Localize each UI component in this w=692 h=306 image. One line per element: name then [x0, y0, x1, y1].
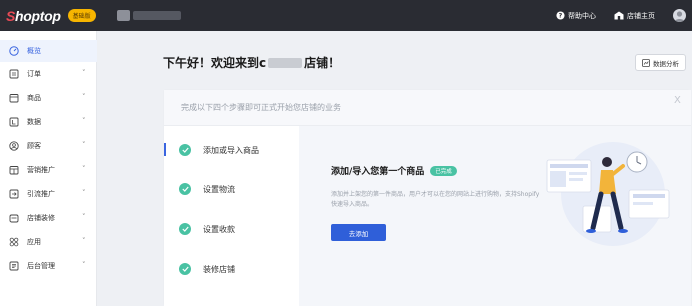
onboarding-title: 完成以下四个步骤即可正式开始您店铺的业务	[181, 103, 341, 112]
sidebar-item-apps[interactable]: 应用 ˅	[0, 231, 97, 253]
chevron-down-icon: ˅	[82, 69, 86, 77]
help-center-link[interactable]: ? 帮助中心	[556, 11, 596, 21]
dashboard-icon	[9, 46, 19, 56]
step-add-products[interactable]: 添加或导入商品	[164, 135, 299, 165]
store-name-redacted	[268, 57, 303, 68]
shoptop-logo[interactable]: Shoptop	[6, 8, 61, 24]
onboarding-illustration	[546, 142, 670, 246]
check-icon	[179, 144, 191, 156]
orders-icon	[9, 69, 19, 79]
sidebar-item-label: 应用	[27, 238, 41, 246]
sidebar-item-label: 数据	[27, 118, 41, 126]
logo-text: hoptop	[15, 7, 61, 24]
store-name[interactable]	[132, 11, 181, 20]
step-shipping[interactable]: 设置物流	[164, 174, 299, 204]
sidebar-item-marketing[interactable]: 营销推广 ˅	[0, 159, 97, 181]
data-analysis-label: 数据分析	[653, 59, 679, 68]
store-home-label: 店铺主页	[627, 11, 655, 20]
step-label: 设置收款	[203, 224, 235, 234]
sidebar-item-store-design[interactable]: 店铺装修 ˅	[0, 207, 97, 229]
sidebar-item-label: 引流推广	[27, 190, 55, 198]
step-detail-description: 添加并上架您的第一件商品，用户才可以在您的网站上进行购物，支持Shopify快速…	[331, 191, 540, 208]
admin-icon	[9, 261, 19, 271]
step-detail-panel: 添加/导入您第一个商品 已完成 添加并上架您的第一件商品，用户才可以在您的网站上…	[299, 126, 691, 306]
logo-s: S	[6, 7, 16, 24]
store-design-icon	[9, 213, 19, 223]
help-icon: ?	[556, 11, 565, 20]
sidebar-item-label: 概览	[27, 47, 41, 55]
chevron-down-icon: ˅	[82, 165, 86, 173]
chevron-down-icon: ˅	[82, 93, 86, 101]
step-store-design[interactable]: 装修店铺	[164, 254, 299, 284]
page-title: 下午好！欢迎来到c 店铺！	[163, 54, 340, 71]
sidebar-item-label: 商品	[27, 94, 41, 102]
step-detail-title-text: 添加/导入您第一个商品	[331, 167, 425, 177]
add-product-button[interactable]: 去添加	[331, 224, 386, 241]
chevron-down-icon: ˅	[82, 141, 86, 149]
step-label: 添加或导入商品	[203, 145, 259, 155]
status-badge: 已完成	[430, 165, 457, 176]
user-icon	[674, 11, 685, 22]
analytics-icon	[642, 58, 650, 67]
sidebar-item-orders[interactable]: 订单 ˅	[0, 63, 97, 85]
store-switcher-icon[interactable]	[116, 10, 130, 21]
sidebar-item-data[interactable]: 数据 ˅	[0, 111, 97, 133]
greeting-suffix: 店铺！	[304, 56, 341, 70]
step-detail-title: 添加/导入您第一个商品 已完成	[331, 164, 457, 177]
data-icon	[9, 117, 19, 127]
step-label: 装修店铺	[203, 264, 235, 274]
check-icon	[179, 223, 191, 235]
onboarding-card-header: 完成以下四个步骤即可正式开始您店铺的业务 X	[164, 90, 691, 126]
chevron-down-icon: ˅	[82, 213, 86, 221]
check-icon	[179, 263, 191, 275]
customers-icon	[9, 141, 19, 151]
sidebar-item-label: 顾客	[27, 142, 41, 150]
step-payments[interactable]: 设置收款	[164, 214, 299, 244]
products-icon	[9, 93, 19, 103]
onboarding-steps: 添加或导入商品 设置物流 设置收款 装修店铺	[164, 126, 299, 306]
onboarding-card: 完成以下四个步骤即可正式开始您店铺的业务 X 添加或导入商品 设置物流 设置收款…	[163, 89, 691, 306]
plan-badge[interactable]: 基础版	[67, 9, 96, 22]
chevron-down-icon: ˅	[82, 237, 86, 245]
sidebar-item-label: 营销推广	[27, 166, 55, 174]
step-label: 设置物流	[203, 184, 235, 194]
sidebar-item-label: 后台管理	[27, 262, 55, 270]
sidebar-item-customers[interactable]: 顾客 ˅	[0, 135, 97, 157]
sidebar-item-products[interactable]: 商品 ˅	[0, 87, 97, 109]
avatar[interactable]	[673, 9, 686, 22]
traffic-icon	[9, 189, 19, 199]
store-icon	[614, 11, 624, 20]
close-icon[interactable]: X	[674, 95, 681, 106]
sidebar-item-admin[interactable]: 后台管理 ˅	[0, 255, 97, 277]
marketing-icon	[9, 165, 19, 175]
sidebar-item-label: 店铺装修	[27, 214, 55, 222]
sidebar-item-overview[interactable]: 概览	[0, 40, 97, 62]
svg-text:?: ?	[559, 13, 563, 20]
apps-icon	[9, 237, 19, 247]
greeting-prefix: 下午好！欢迎来到c	[163, 56, 267, 70]
data-analysis-button[interactable]: 数据分析	[635, 54, 686, 71]
check-icon	[179, 183, 191, 195]
chevron-down-icon: ˅	[82, 261, 86, 269]
sidebar: 概览 订单 ˅ 商品 ˅ 数据 ˅ 顾客 ˅ 营销推广 ˅ 引流推广 ˅ 店铺装…	[0, 31, 97, 306]
chevron-down-icon: ˅	[82, 189, 86, 197]
store-home-link[interactable]: 店铺主页	[614, 11, 655, 21]
help-center-label: 帮助中心	[568, 11, 596, 20]
top-bar: Shoptop 基础版 ? 帮助中心 店铺主页	[0, 0, 692, 31]
chevron-down-icon: ˅	[82, 117, 86, 125]
sidebar-item-label: 订单	[27, 70, 41, 78]
sidebar-item-traffic[interactable]: 引流推广 ˅	[0, 183, 97, 205]
